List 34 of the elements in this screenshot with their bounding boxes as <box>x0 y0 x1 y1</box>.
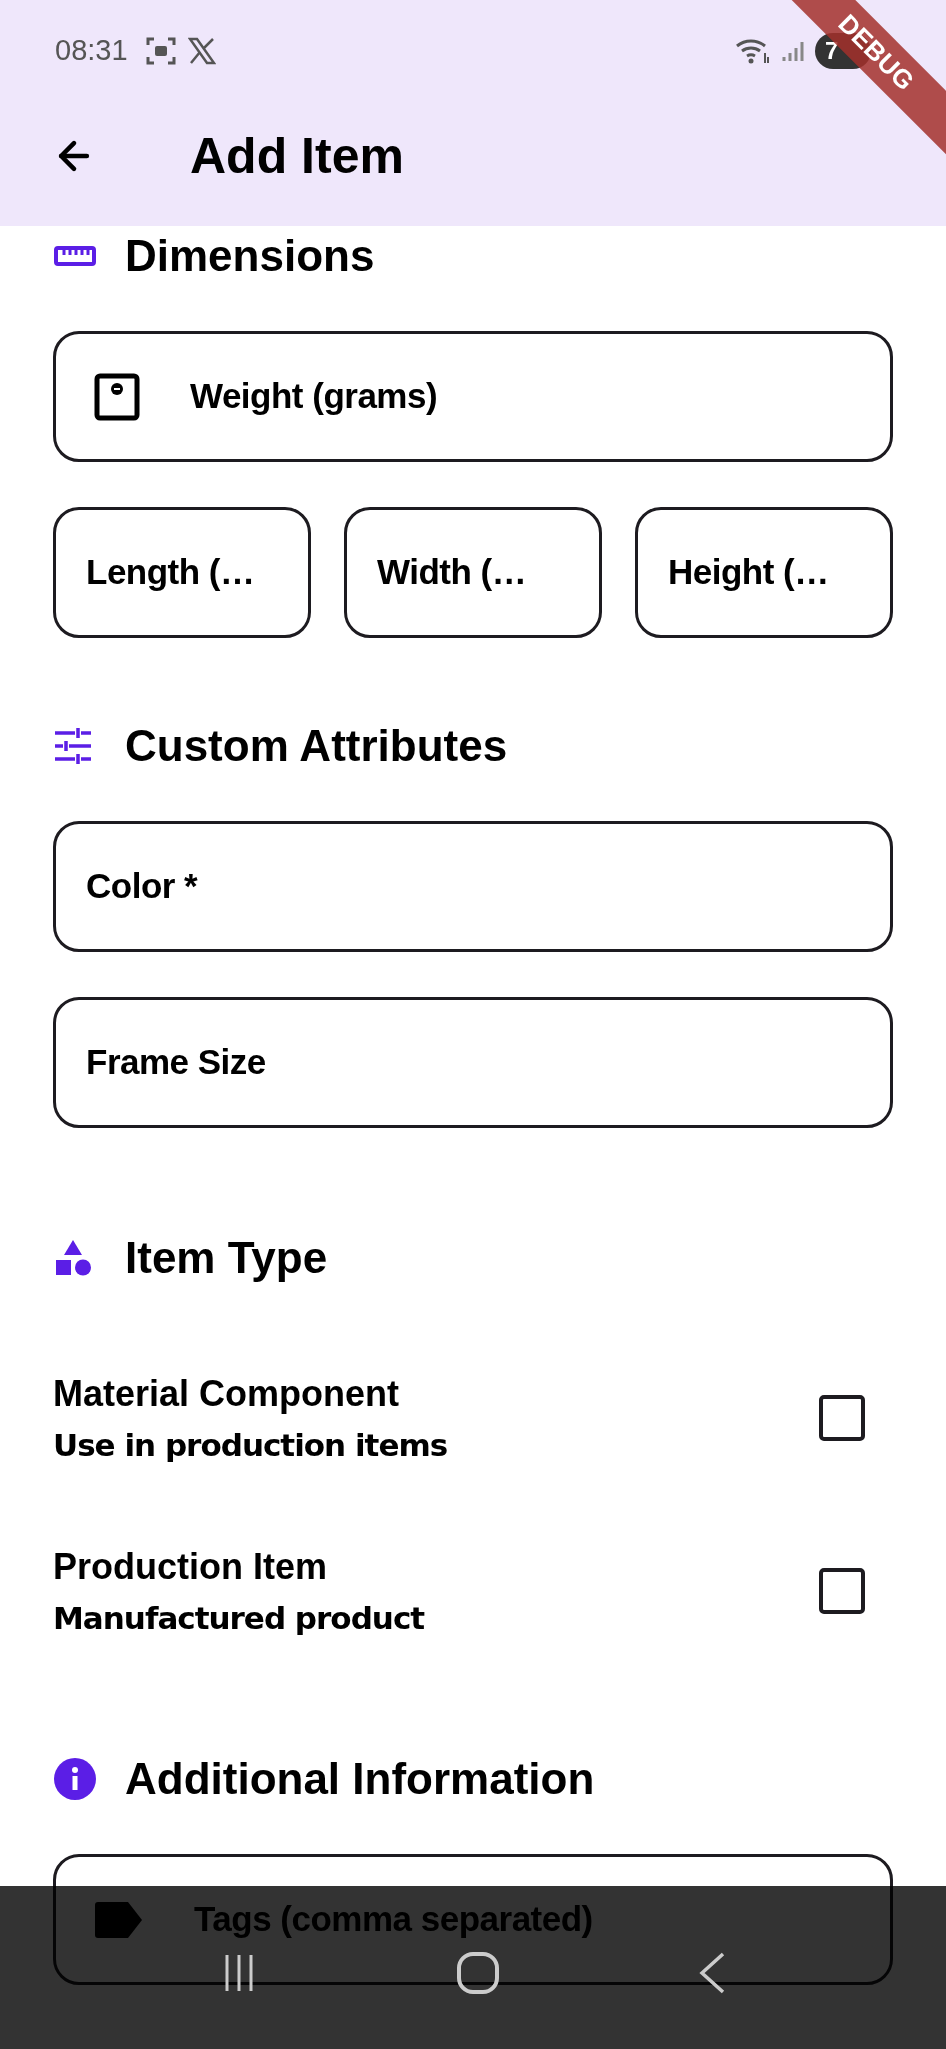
checkbox[interactable] <box>819 1568 865 1614</box>
x-logo-icon <box>187 37 216 65</box>
input-field[interactable]: Frame Size <box>53 997 893 1128</box>
section-title: Dimensions <box>125 230 375 282</box>
field-label: Length (… <box>86 551 255 594</box>
input-field[interactable]: Color * <box>53 821 893 952</box>
section-title: Custom Attributes <box>125 720 508 772</box>
status-time: 08:31 <box>55 33 128 69</box>
shapes-icon <box>53 1238 93 1278</box>
option-subtitle: Manufactured product <box>53 1599 425 1638</box>
info-icon <box>53 1757 97 1801</box>
input-field[interactable]: Length (… <box>53 507 311 638</box>
input-field[interactable]: Height (… <box>635 507 893 638</box>
sliders-icon <box>53 728 93 764</box>
signal-icon <box>781 39 805 63</box>
field-label: Weight (grams) <box>190 375 438 418</box>
page-title: Add Item <box>190 126 404 186</box>
section-title: Item Type <box>125 1232 328 1284</box>
input-field[interactable]: Width (… <box>344 507 602 638</box>
field-label: Color * <box>86 865 198 908</box>
screenshot-icon <box>145 37 176 65</box>
section-title: Additional Information <box>125 1753 595 1805</box>
field-label: Width (… <box>377 551 527 594</box>
wifi-icon <box>735 37 771 65</box>
checkbox[interactable] <box>819 1395 865 1441</box>
ruler-icon <box>53 244 97 268</box>
scale-icon <box>94 372 140 421</box>
home-icon[interactable] <box>456 1950 500 1995</box>
option-subtitle: Use in production items <box>53 1426 448 1465</box>
field-label: Height (… <box>668 551 829 594</box>
option-title: Production Item <box>53 1545 328 1589</box>
input-field[interactable]: Weight (grams) <box>53 331 893 462</box>
field-label: Frame Size <box>86 1041 266 1084</box>
option-title: Material Component <box>53 1372 401 1416</box>
